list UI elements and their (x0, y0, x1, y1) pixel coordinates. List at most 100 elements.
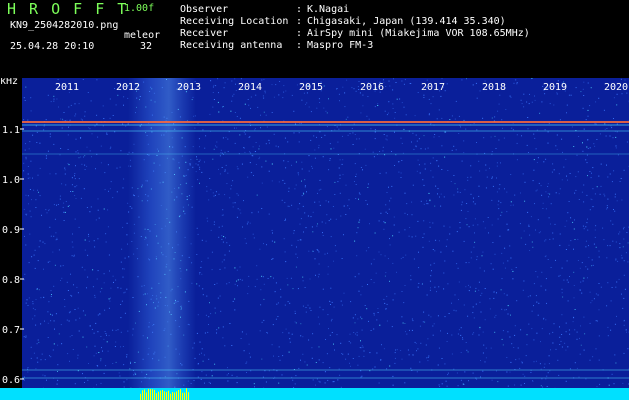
noise-speckle (293, 132, 295, 134)
noise-speckle (30, 110, 32, 112)
noise-speckle (250, 107, 251, 109)
noise-speckle (573, 285, 575, 286)
noise-speckle (413, 148, 415, 150)
noise-speckle (49, 355, 50, 357)
noise-speckle (266, 126, 268, 128)
noise-speckle (538, 302, 540, 304)
noise-speckle (106, 341, 108, 343)
noise-speckle (23, 376, 25, 378)
noise-speckle (318, 263, 320, 265)
noise-speckle (69, 360, 70, 362)
noise-speckle (305, 307, 307, 308)
noise-speckle (548, 196, 550, 198)
noise-speckle (25, 244, 27, 246)
noise-speckle (367, 96, 369, 97)
noise-speckle (119, 375, 121, 377)
noise-speckle (352, 132, 354, 134)
noise-speckle (342, 159, 344, 161)
noise-speckle (399, 98, 401, 100)
noise-speckle (558, 275, 560, 277)
noise-speckle (112, 275, 114, 277)
noise-speckle (39, 240, 41, 242)
noise-speckle (105, 333, 107, 335)
noise-speckle (513, 347, 515, 348)
noise-speckle (328, 220, 330, 222)
noise-speckle (290, 277, 292, 279)
noise-speckle (370, 128, 372, 130)
noise-speckle (411, 141, 412, 143)
noise-speckle (120, 346, 121, 348)
noise-speckle (615, 241, 617, 243)
noise-speckle (331, 332, 333, 333)
noise-speckle (32, 318, 34, 320)
noise-speckle (327, 379, 329, 381)
noise-speckle (304, 186, 306, 188)
noise-speckle (122, 346, 124, 347)
noise-speckle (217, 101, 219, 103)
noise-speckle (490, 263, 492, 265)
noise-speckle (374, 366, 376, 368)
noise-speckle (110, 297, 111, 299)
app-title: H R O F F T (7, 0, 129, 18)
noise-speckle (225, 164, 227, 166)
noise-speckle (410, 275, 412, 277)
noise-speckle (550, 349, 551, 351)
noise-speckle (295, 253, 297, 255)
noise-speckle (441, 117, 443, 119)
noise-speckle (273, 355, 274, 357)
noise-speckle (470, 251, 472, 253)
y-tick-label: 1.1 (2, 125, 20, 136)
noise-speckle (32, 303, 34, 305)
noise-speckle (53, 285, 55, 287)
noise-speckle (506, 294, 508, 296)
noise-speckle (318, 276, 319, 278)
noise-speckle (426, 200, 427, 202)
noise-speckle (122, 268, 124, 270)
noise-speckle (271, 180, 273, 182)
noise-speckle (429, 198, 431, 200)
noise-speckle (233, 93, 235, 95)
noise-speckle (213, 224, 215, 226)
noise-speckle (360, 316, 362, 318)
noise-speckle (535, 271, 537, 272)
noise-speckle (405, 331, 406, 333)
noise-speckle (581, 292, 583, 294)
noise-speckle (584, 333, 586, 335)
noise-speckle (404, 323, 406, 324)
noise-speckle (373, 314, 375, 316)
noise-speckle (382, 150, 384, 152)
noise-speckle (204, 332, 206, 334)
noise-speckle (545, 239, 547, 241)
noise-speckle (38, 246, 40, 248)
noise-speckle (196, 283, 198, 285)
noise-speckle (622, 246, 624, 248)
noise-speckle (432, 176, 434, 178)
noise-speckle (244, 238, 246, 240)
noise-speckle (38, 289, 40, 291)
noise-speckle (565, 158, 567, 160)
noise-speckle (405, 114, 407, 116)
noise-speckle (389, 200, 391, 202)
noise-speckle (606, 164, 607, 166)
noise-speckle (341, 258, 343, 259)
noise-speckle (460, 126, 461, 128)
noise-speckle (105, 365, 107, 367)
noise-speckle (86, 346, 88, 348)
noise-speckle (323, 107, 325, 109)
noise-speckle (315, 274, 316, 276)
noise-speckle (468, 380, 469, 382)
noise-speckle (361, 329, 363, 331)
noise-speckle (598, 256, 600, 258)
noise-speckle (204, 161, 205, 163)
noise-speckle (245, 242, 247, 244)
noise-speckle (104, 309, 106, 311)
noise-speckle (549, 238, 551, 240)
noise-speckle (484, 319, 486, 321)
noise-speckle (122, 276, 124, 278)
noise-speckle (112, 329, 114, 331)
noise-speckle (540, 385, 542, 387)
noise-speckle (494, 116, 496, 118)
noise-speckle (592, 356, 594, 358)
noise-speckle (611, 127, 613, 129)
noise-speckle (464, 371, 466, 373)
